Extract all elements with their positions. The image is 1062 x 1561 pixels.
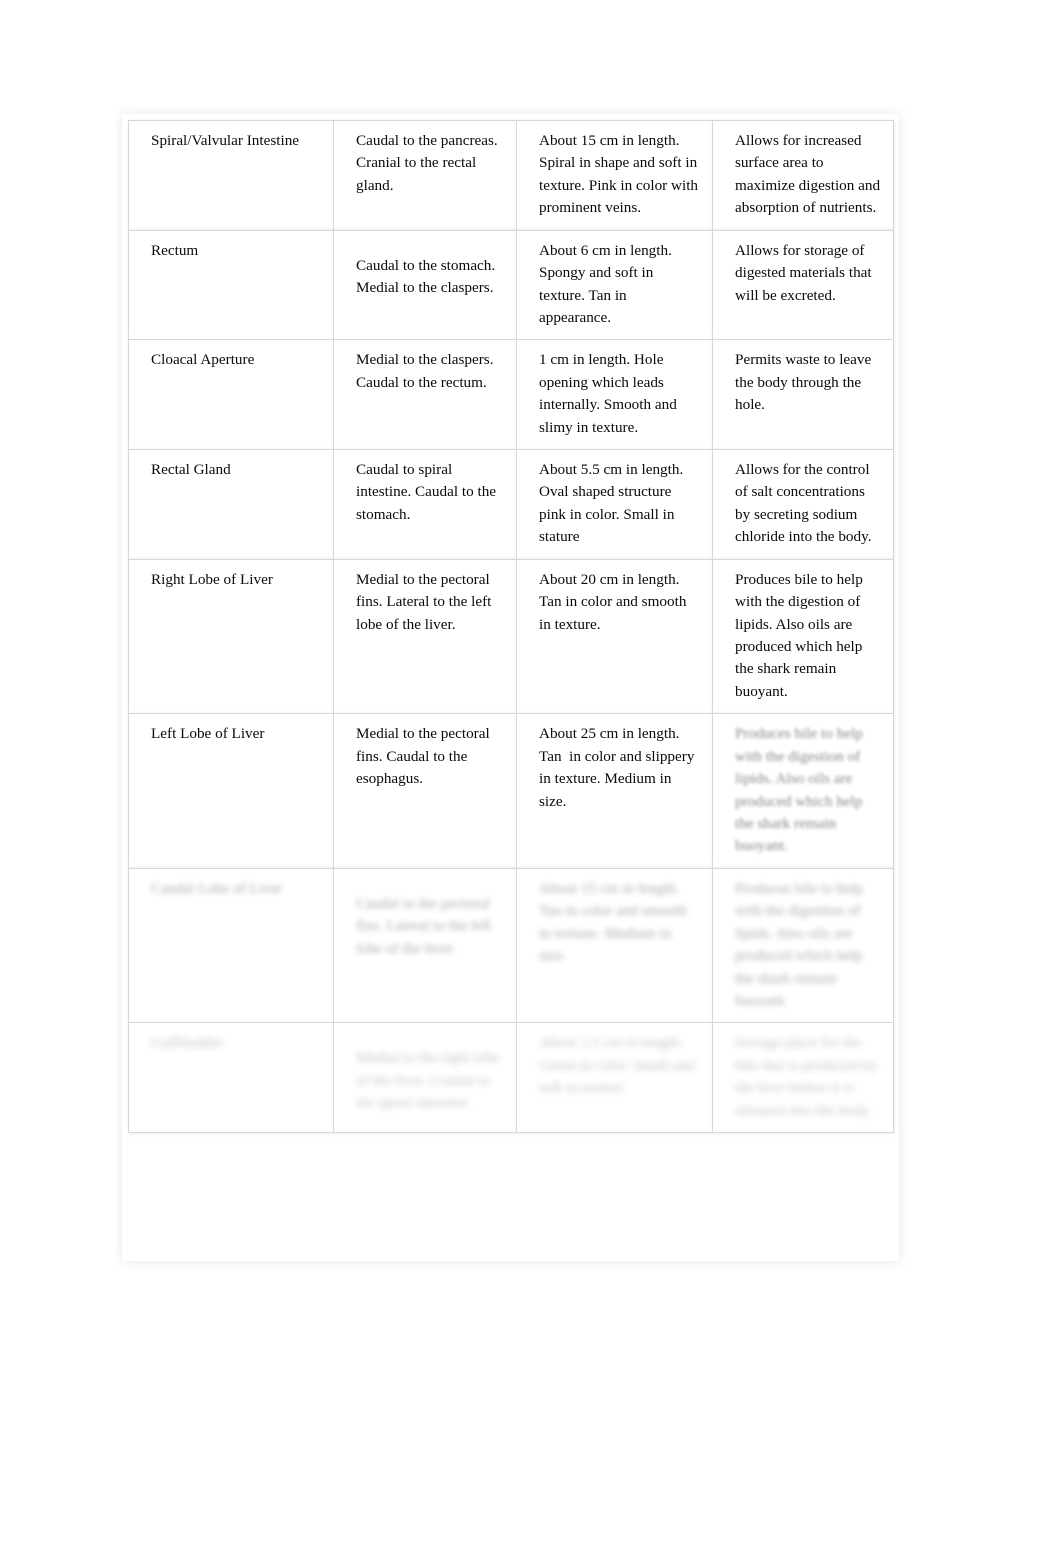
cell-structure: Gallbladder — [128, 1022, 334, 1134]
function-text: Produces bile to help with the digestion… — [735, 725, 867, 855]
table-row: Right Lobe of Liver Medial to the pector… — [128, 558, 894, 715]
cell-function: Produces bile to help with the digestion… — [712, 558, 894, 715]
description-text: 1 cm in length. Hole opening which leads… — [539, 351, 681, 436]
cell-description: 1 cm in length. Hole opening which leads… — [516, 339, 713, 451]
cell-location: Caudal to the stomach. Medial to the cla… — [333, 229, 517, 341]
description-text: About 6 cm in length. Spongy and soft in… — [539, 241, 676, 326]
description-text: About 1.5 cm in length. Green in color. … — [539, 1034, 699, 1097]
cell-structure: Spiral/Valvular Intestine — [128, 120, 334, 231]
cell-structure: Rectal Gland — [128, 449, 334, 560]
cell-function: Allows for the control of salt concentra… — [712, 449, 894, 560]
structure-text: Gallbladder — [151, 1034, 223, 1052]
cell-function: Produces bile to help with the digestion… — [712, 867, 894, 1024]
description-text: About 20 cm in length. Tan in color and … — [539, 570, 691, 633]
cell-description: About 1.5 cm in length. Green in color. … — [516, 1022, 713, 1134]
cell-description: About 6 cm in length. Spongy and soft in… — [516, 229, 713, 341]
cell-structure: Rectum — [128, 229, 334, 341]
cell-structure: Right Lobe of Liver — [128, 558, 334, 715]
location-text: Medial to the claspers. Caudal to the re… — [356, 351, 498, 391]
function-text: Allows for increased surface area to max… — [735, 132, 884, 217]
cell-function: Storage place for the bile that is produ… — [712, 1022, 894, 1134]
location-text: Caudal to the pancreas. Cranial to the r… — [356, 132, 502, 194]
cell-location: Medial to the pectoral fins. Caudal to t… — [333, 713, 517, 869]
description-text: About 15 cm in length. Spiral in shape a… — [539, 132, 702, 217]
structure-text: Spiral/Valvular Intestine — [151, 132, 300, 149]
table-row: Left Lobe of Liver Medial to the pectora… — [128, 713, 894, 869]
cell-location: Caudal to spiral intestine. Caudal to th… — [333, 449, 517, 560]
cell-function: Allows for storage of digested materials… — [712, 229, 894, 341]
cell-location: Caudal to the pectoral fins. Lateral to … — [333, 867, 517, 1024]
document-page: Spiral/Valvular Intestine Caudal to the … — [0, 0, 1062, 1561]
cell-location: Caudal to the pancreas. Cranial to the r… — [333, 120, 517, 231]
function-text: Permits waste to leave the body through … — [735, 351, 876, 414]
anatomy-table: Spiral/Valvular Intestine Caudal to the … — [128, 120, 894, 1134]
cell-location: Medial to the pectoral fins. Lateral to … — [333, 558, 517, 715]
cell-description: About 5.5 cm in length. Oval shaped stru… — [516, 449, 713, 560]
cell-structure: Left Lobe of Liver — [128, 713, 334, 869]
table-row: Spiral/Valvular Intestine Caudal to the … — [128, 120, 894, 231]
cell-function: Allows for increased surface area to max… — [712, 120, 894, 231]
table-row: Caudal Lobe of Liver Caudal to the pecto… — [128, 867, 894, 1024]
table-row: Cloacal Aperture Medial to the claspers.… — [128, 339, 894, 451]
cell-location: Medial to the claspers. Caudal to the re… — [333, 339, 517, 451]
cell-location: Medial to the right lobe of the liver. C… — [333, 1022, 517, 1134]
table-row: Rectum Caudal to the stomach. Medial to … — [128, 229, 894, 341]
location-text: Caudal to spiral intestine. Caudal to th… — [356, 461, 500, 523]
location-text: Caudal to the pectoral fins. Lateral to … — [356, 894, 496, 957]
cell-description: About 20 cm in length. Tan in color and … — [516, 558, 713, 715]
function-text: Produces bile to help with the digestion… — [735, 570, 867, 700]
structure-text: Right Lobe of Liver — [151, 570, 273, 588]
cell-description: About 25 cm in length. Tan in color and … — [516, 713, 713, 869]
cell-structure: Caudal Lobe of Liver — [128, 867, 334, 1024]
structure-text: Rectum — [151, 241, 199, 259]
location-text: Medial to the pectoral fins. Lateral to … — [356, 570, 496, 633]
function-text: Storage place for the bile that is produ… — [735, 1034, 882, 1119]
description-text: About 5.5 cm in length. Oval shaped stru… — [539, 461, 688, 546]
location-text: Medial to the pectoral fins. Caudal to t… — [356, 725, 494, 788]
location-text: Medial to the right lobe of the liver. C… — [356, 1049, 504, 1112]
cell-structure: Cloacal Aperture — [128, 339, 334, 451]
table-row: Gallbladder Medial to the right lobe of … — [128, 1022, 894, 1134]
structure-text: Left Lobe of Liver — [151, 725, 265, 743]
cell-description: About 15 cm in length. Spiral in shape a… — [516, 120, 713, 231]
table-row: Rectal Gland Caudal to spiral intestine.… — [128, 449, 894, 560]
description-text: About 25 cm in length. Tan in color and … — [539, 725, 699, 810]
function-text: Produces bile to help with the digestion… — [735, 879, 867, 1009]
cell-function: Permits waste to leave the body through … — [712, 339, 894, 451]
location-text: Caudal to the stomach. Medial to the cla… — [356, 256, 499, 297]
structure-text: Caudal Lobe of Liver — [151, 879, 283, 897]
cell-description: About 15 cm in length. Tan in color and … — [516, 867, 713, 1024]
function-text: Allows for the control of salt concentra… — [735, 461, 874, 546]
function-text: Allows for storage of digested materials… — [735, 241, 876, 304]
structure-text: Rectal Gland — [151, 461, 231, 479]
cell-function: Produces bile to help with the digestion… — [712, 713, 894, 869]
structure-text: Cloacal Aperture — [151, 351, 255, 369]
description-text: About 15 cm in length. Tan in color and … — [539, 879, 691, 965]
